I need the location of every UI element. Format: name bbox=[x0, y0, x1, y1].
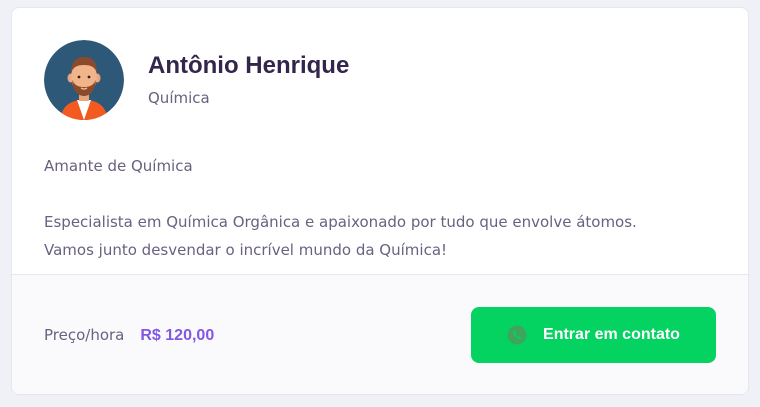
teacher-header: Antônio Henrique Química bbox=[44, 40, 349, 120]
bio-description: Especialista em Química Orgânica e apaix… bbox=[44, 213, 637, 259]
price-value: R$ 120,00 bbox=[140, 327, 215, 344]
teacher-card: Antônio Henrique Química Amante de Quími… bbox=[11, 7, 749, 395]
bio-headline: Amante de Química bbox=[44, 157, 193, 175]
teacher-identity: Antônio Henrique Química bbox=[148, 52, 349, 108]
whatsapp-icon bbox=[507, 325, 527, 345]
avatar bbox=[44, 40, 124, 120]
price-label: Preço/hora bbox=[44, 326, 125, 344]
teacher-subject: Química bbox=[148, 89, 210, 107]
contact-button[interactable]: Entrar em contato bbox=[471, 307, 716, 363]
card-footer: Preço/hora R$ 120,00 Entrar em contato bbox=[12, 274, 748, 394]
teacher-bio: Amante de Química Especialista em Químic… bbox=[44, 152, 724, 264]
price-info: Preço/hora R$ 120,00 bbox=[44, 324, 214, 347]
contact-button-label: Entrar em contato bbox=[543, 326, 680, 343]
person-avatar-icon bbox=[44, 40, 124, 120]
teacher-name: Antônio Henrique bbox=[148, 52, 350, 79]
